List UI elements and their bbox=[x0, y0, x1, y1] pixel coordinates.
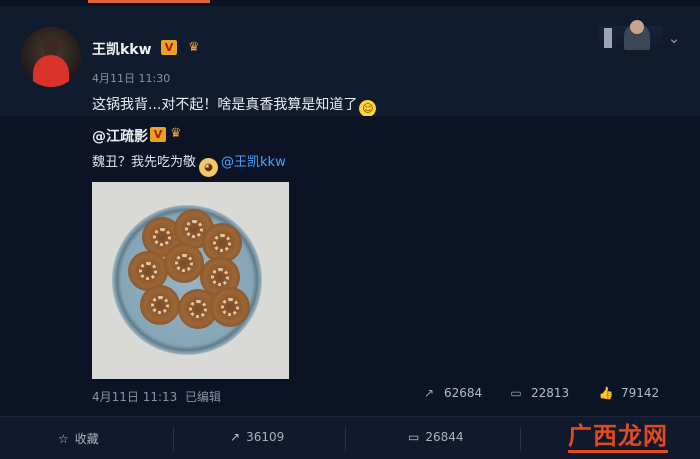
quoted-text-body: 魏丑？我先吃为敬 bbox=[92, 155, 197, 170]
crown-icon: ♛ bbox=[170, 126, 182, 141]
divider bbox=[520, 427, 521, 451]
laugh-emoji-icon: ☺ bbox=[359, 100, 377, 117]
comment-icon: ▭ bbox=[510, 386, 522, 400]
forward-icon: ↗ bbox=[230, 430, 241, 444]
quoted-stats: ↗ 62684 ▭ 22813 👍 79142 bbox=[420, 386, 680, 404]
avatar[interactable] bbox=[21, 27, 81, 87]
quoted-comment-count: 22813 bbox=[531, 386, 570, 400]
divider bbox=[173, 427, 174, 451]
quoted-forward-count: 62684 bbox=[444, 386, 483, 400]
chevron-down-icon[interactable]: ⌄ bbox=[664, 28, 684, 48]
quoted-time[interactable]: 4月11日 11:13 bbox=[92, 390, 177, 404]
quoted-like[interactable]: 👍 79142 bbox=[597, 386, 660, 404]
quoted-meta: 4月11日 11:13 已编辑 bbox=[92, 388, 221, 405]
author-name[interactable]: 王凯kkw bbox=[92, 39, 152, 59]
quoted-text: 魏丑？我先吃为敬 ◕ @王凯kkw bbox=[92, 151, 286, 177]
forward-icon: ↗ bbox=[423, 386, 435, 400]
doge-emoji-icon: ◕ bbox=[199, 158, 219, 177]
post-text: 这锅我背...对不起！啥是真香我算是知道了 ☺ bbox=[92, 94, 377, 117]
crown-icon: ♛ bbox=[188, 40, 200, 55]
collect-button[interactable]: ☆ 收藏 bbox=[58, 430, 99, 448]
v-badge-icon: V bbox=[150, 127, 166, 142]
comment-icon: ▭ bbox=[408, 430, 420, 444]
quoted-post: @江疏影 V ♛ 魏丑？我先吃为敬 ◕ @王凯kkw 4月11日 11:13 已编辑… bbox=[0, 116, 700, 416]
weibo-post: 王凯kkw V ♛ 4月11日 11:30 这锅我背...对不起！啥是真香我算是… bbox=[0, 6, 700, 117]
like-icon: 👍 bbox=[598, 386, 614, 400]
active-tab-indicator bbox=[88, 0, 210, 3]
post-image[interactable] bbox=[92, 182, 289, 379]
mention-link[interactable]: @王凯kkw bbox=[221, 155, 286, 170]
post-time[interactable]: 4月11日 11:30 bbox=[92, 70, 170, 86]
comment-button[interactable]: ▭ 26844 bbox=[408, 430, 464, 448]
quoted-author[interactable]: @江疏影 bbox=[92, 126, 148, 146]
card-decoration-image bbox=[598, 20, 662, 52]
edited-label: 已编辑 bbox=[184, 390, 221, 404]
collect-label: 收藏 bbox=[74, 432, 99, 446]
forward-button[interactable]: ↗ 36109 bbox=[230, 430, 284, 448]
forward-count: 36109 bbox=[246, 430, 285, 444]
quoted-like-count: 79142 bbox=[621, 386, 660, 400]
divider bbox=[345, 427, 346, 451]
bowl-image bbox=[112, 205, 262, 355]
v-badge-icon: V bbox=[161, 40, 177, 55]
quoted-forward[interactable]: ↗ 62684 bbox=[420, 386, 482, 404]
star-icon: ☆ bbox=[58, 432, 69, 446]
post-text-body: 这锅我背...对不起！啥是真香我算是知道了 bbox=[92, 97, 358, 113]
comment-count: 26844 bbox=[425, 430, 464, 444]
watermark-logo: 广西龙网 bbox=[568, 416, 670, 453]
quoted-comment[interactable]: ▭ 22813 bbox=[507, 386, 569, 404]
